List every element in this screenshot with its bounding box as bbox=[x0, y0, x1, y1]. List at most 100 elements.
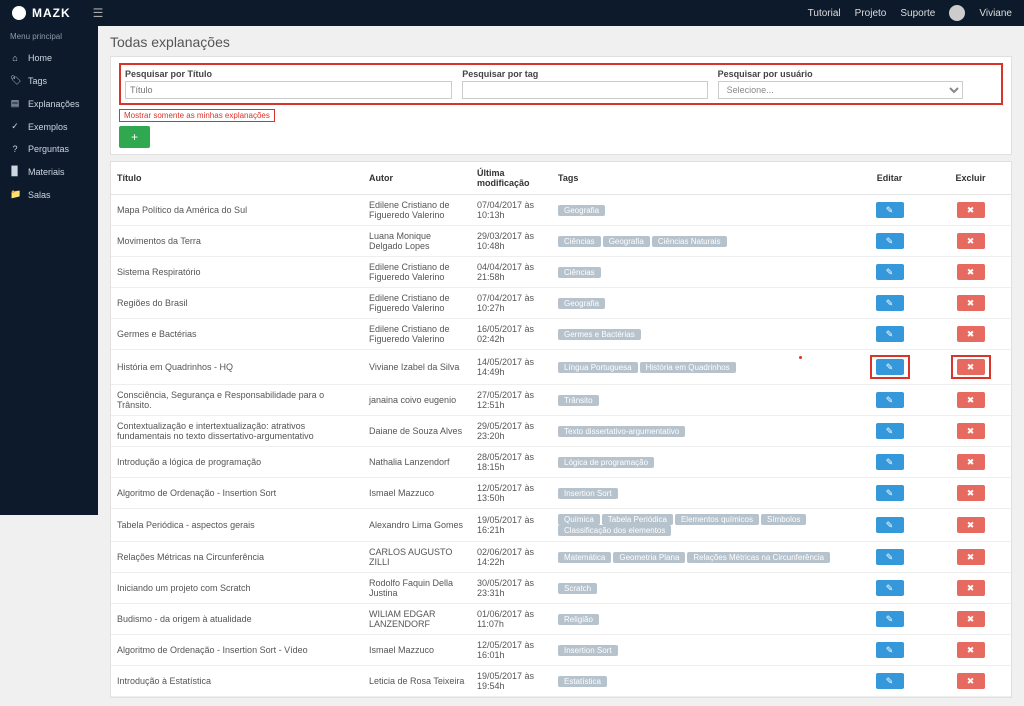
tag[interactable]: Scratch bbox=[558, 583, 597, 594]
sidebar-item-tags[interactable]: 🏷Tags bbox=[0, 69, 98, 92]
sidebar-item-salas[interactable]: 📁Salas bbox=[0, 183, 98, 206]
th-author: Autor bbox=[363, 162, 471, 195]
cell-delete: ✖ bbox=[930, 478, 1011, 509]
mine-only-link[interactable]: Mostrar somente as minhas explanações bbox=[119, 109, 275, 122]
table-row: Contextualização e intertextualização: a… bbox=[111, 416, 1011, 447]
tag-icon: 🏷 bbox=[10, 75, 20, 86]
tag[interactable]: Geometria Plana bbox=[613, 552, 685, 563]
tag[interactable]: Ciências Naturais bbox=[652, 236, 727, 247]
delete-button[interactable]: ✖ bbox=[957, 423, 985, 439]
cell-delete: ✖ bbox=[930, 604, 1011, 635]
delete-button[interactable]: ✖ bbox=[957, 517, 985, 533]
delete-button[interactable]: ✖ bbox=[957, 485, 985, 501]
tag[interactable]: Matemática bbox=[558, 552, 611, 563]
tag[interactable]: Ciências bbox=[558, 267, 601, 278]
table-row: Budismo - da origem à atualidadeWILIAM E… bbox=[111, 604, 1011, 635]
sidebar-item-label: Perguntas bbox=[28, 144, 69, 154]
cell-date: 27/05/2017 às 12:51h bbox=[471, 385, 552, 416]
cell-author: Edilene Cristiano de Figueredo Valerino bbox=[363, 195, 471, 226]
table-row: Movimentos da TerraLuana Monique Delgado… bbox=[111, 226, 1011, 257]
tag[interactable]: Insertion Sort bbox=[558, 488, 618, 499]
menu-toggle-icon[interactable]: ☰ bbox=[93, 6, 104, 20]
edit-button[interactable]: ✎ bbox=[876, 326, 904, 342]
tag[interactable]: Tabela Periódica bbox=[602, 514, 673, 525]
tag[interactable]: Química bbox=[558, 514, 600, 525]
edit-button[interactable]: ✎ bbox=[876, 295, 904, 311]
tag[interactable]: Símbolos bbox=[761, 514, 806, 525]
edit-button[interactable]: ✎ bbox=[876, 392, 904, 408]
cell-title: Introdução a lógica de programação bbox=[111, 447, 363, 478]
nav-tutorial[interactable]: Tutorial bbox=[808, 8, 841, 19]
edit-button[interactable]: ✎ bbox=[876, 264, 904, 280]
delete-button[interactable]: ✖ bbox=[957, 549, 985, 565]
edit-button[interactable]: ✎ bbox=[876, 549, 904, 565]
tag[interactable]: Insertion Sort bbox=[558, 645, 618, 656]
edit-button[interactable]: ✎ bbox=[876, 517, 904, 533]
question-icon: ? bbox=[10, 144, 20, 154]
cell-author: Luana Monique Delgado Lopes bbox=[363, 226, 471, 257]
delete-button[interactable]: ✖ bbox=[957, 264, 985, 280]
delete-button[interactable]: ✖ bbox=[957, 642, 985, 658]
tag[interactable]: Germes e Bactérias bbox=[558, 329, 641, 340]
nav-username[interactable]: Viviane bbox=[979, 8, 1012, 19]
delete-button[interactable]: ✖ bbox=[957, 295, 985, 311]
sidebar-item-materiais[interactable]: ▉Materiais bbox=[0, 160, 98, 183]
tag[interactable]: Língua Portuguesa bbox=[558, 362, 638, 373]
delete-button[interactable]: ✖ bbox=[957, 359, 985, 375]
delete-button[interactable]: ✖ bbox=[957, 326, 985, 342]
table-row: Germes e BactériasEdilene Cristiano de F… bbox=[111, 319, 1011, 350]
cell-tags: Língua PortuguesaHistória em Quadrinhos bbox=[552, 350, 849, 385]
edit-button[interactable]: ✎ bbox=[876, 580, 904, 596]
add-button[interactable]: + bbox=[119, 126, 150, 148]
tag[interactable]: Relações Métricas na Circunferência bbox=[687, 552, 830, 563]
cell-edit: ✎ bbox=[849, 447, 930, 478]
table-row: Relações Métricas na CircunferênciaCARLO… bbox=[111, 542, 1011, 573]
edit-button[interactable]: ✎ bbox=[876, 233, 904, 249]
tag[interactable]: Geografia bbox=[603, 236, 650, 247]
sidebar-item-perguntas[interactable]: ? Perguntas bbox=[0, 138, 98, 160]
delete-button[interactable]: ✖ bbox=[957, 611, 985, 627]
nav-support[interactable]: Suporte bbox=[900, 8, 935, 19]
tag[interactable]: Classificação dos elementos bbox=[558, 525, 671, 536]
table-row: História em Quadrinhos - HQViviane Izabe… bbox=[111, 350, 1011, 385]
delete-button[interactable]: ✖ bbox=[957, 454, 985, 470]
edit-button[interactable]: ✎ bbox=[876, 359, 904, 375]
cell-date: 12/05/2017 às 16:01h bbox=[471, 635, 552, 666]
sidebar-item-explanações[interactable]: ▤Explanações bbox=[0, 92, 98, 115]
tag[interactable]: Lógica de programação bbox=[558, 457, 654, 468]
sidebar-item-home[interactable]: ⌂Home bbox=[0, 47, 98, 69]
edit-button[interactable]: ✎ bbox=[876, 673, 904, 689]
delete-button[interactable]: ✖ bbox=[957, 233, 985, 249]
tag[interactable]: Ciências bbox=[558, 236, 601, 247]
cell-tags: Geografia bbox=[552, 195, 849, 226]
nav-project[interactable]: Projeto bbox=[855, 8, 887, 19]
cell-edit: ✎ bbox=[849, 604, 930, 635]
home-icon: ⌂ bbox=[10, 53, 20, 63]
tag[interactable]: História em Quadrinhos bbox=[640, 362, 736, 373]
edit-button[interactable]: ✎ bbox=[876, 485, 904, 501]
avatar[interactable] bbox=[949, 5, 965, 21]
filter-tag-input[interactable] bbox=[462, 81, 707, 99]
edit-button[interactable]: ✎ bbox=[876, 611, 904, 627]
explanations-table: Título Autor Última modificação Tags Edi… bbox=[111, 162, 1011, 697]
delete-button[interactable]: ✖ bbox=[957, 202, 985, 218]
tag[interactable]: Trânsito bbox=[558, 395, 599, 406]
filter-title-input[interactable] bbox=[125, 81, 452, 99]
tag[interactable]: Texto dissertativo-argumentativo bbox=[558, 426, 685, 437]
delete-button[interactable]: ✖ bbox=[957, 673, 985, 689]
tag[interactable]: Elementos químicos bbox=[675, 514, 759, 525]
filter-user-select[interactable]: Selecione... bbox=[718, 81, 963, 99]
edit-button[interactable]: ✎ bbox=[876, 454, 904, 470]
tag[interactable]: Estatística bbox=[558, 676, 607, 687]
edit-button[interactable]: ✎ bbox=[876, 202, 904, 218]
edit-button[interactable]: ✎ bbox=[876, 642, 904, 658]
delete-button[interactable]: ✖ bbox=[957, 580, 985, 596]
filter-bar: Pesquisar por Título Pesquisar por tag P… bbox=[119, 63, 1003, 105]
tag[interactable]: Geografia bbox=[558, 205, 605, 216]
tag[interactable]: Geografia bbox=[558, 298, 605, 309]
sidebar-item-exemplos[interactable]: ✓Exemplos bbox=[0, 115, 98, 138]
tag[interactable]: Religião bbox=[558, 614, 599, 625]
edit-button[interactable]: ✎ bbox=[876, 423, 904, 439]
delete-button[interactable]: ✖ bbox=[957, 392, 985, 408]
cell-date: 01/06/2017 às 11:07h bbox=[471, 604, 552, 635]
